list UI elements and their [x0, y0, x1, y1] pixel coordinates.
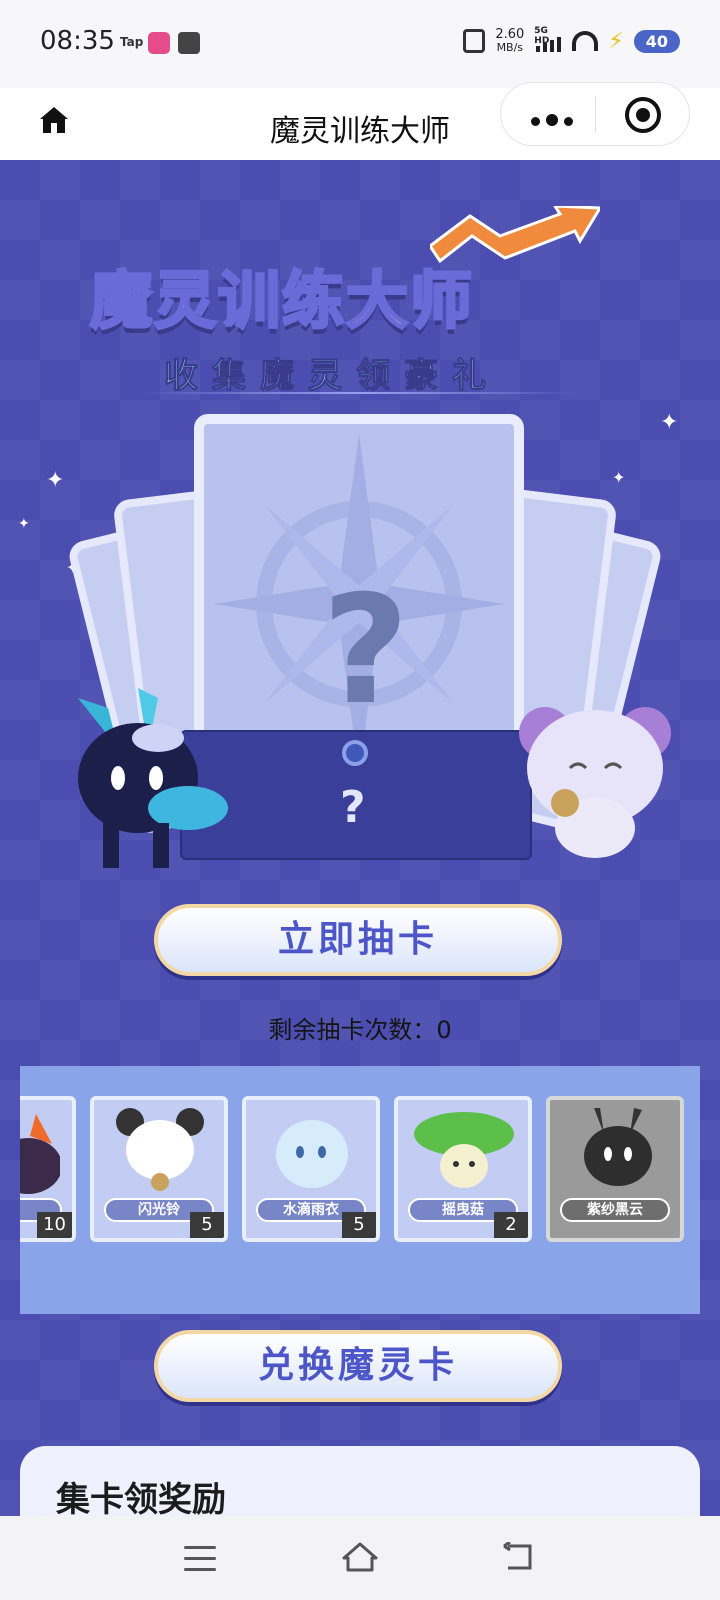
bell-sheep-monster-icon — [519, 707, 671, 858]
banner-title: 魔灵训练大师 — [88, 250, 475, 340]
draw-card-button[interactable]: 立即抽卡 — [154, 904, 562, 976]
vibrate-icon — [463, 29, 486, 53]
app-notification-icon — [148, 32, 170, 54]
system-navigation-bar — [0, 1516, 720, 1600]
card-count-badge: 5 — [190, 1212, 224, 1238]
locked-card[interactable]: 紫纱黑云 — [546, 1096, 684, 1242]
battery-indicator: 40 — [633, 29, 680, 53]
collected-card[interactable]: 摇曳菇 2 — [394, 1096, 532, 1242]
card-count-badge: 5 — [342, 1212, 376, 1238]
reward-panel: 集卡领奖励 — [20, 1446, 700, 1516]
card-collection[interactable]: 鸡 10 闪光铃 5 水滴雨衣 5 摇曳菇 2 — [20, 1066, 700, 1314]
network-speed-value: 2.60 — [495, 27, 525, 42]
reward-section-title: 集卡领奖励 — [56, 1480, 226, 1516]
sparkle-icon: ✦ — [660, 410, 679, 435]
collected-card[interactable]: 闪光铃 5 — [90, 1096, 228, 1242]
card-count-badge: 2 — [494, 1212, 528, 1238]
network-speed: 2.60 MB/s — [495, 28, 524, 54]
fire-bird-icon — [20, 1114, 60, 1194]
banner-divider — [140, 392, 580, 394]
card-name: 紫纱黑云 — [560, 1198, 670, 1222]
exchange-card-button-label: 兑换魔灵卡 — [257, 1345, 458, 1386]
water-drop-icon — [276, 1120, 348, 1188]
card-count-badge: 10 — [37, 1212, 72, 1238]
mini-program-title-bar: 魔灵训练大师 — [0, 82, 720, 160]
square-notification-icon — [178, 32, 200, 54]
menu-icon[interactable] — [184, 1546, 216, 1571]
capsule-divider — [595, 97, 596, 133]
banner-subtitle: 收集魔灵领豪礼 — [164, 356, 500, 397]
back-nav-icon[interactable] — [502, 1542, 536, 1572]
question-mark-icon: ? — [340, 782, 366, 833]
status-bar: 08:35 Tap 2.60 MB/s 5G HD ⚡ 40 — [0, 0, 720, 88]
event-banner-logo: 魔灵训练大师 收集魔灵领豪礼 — [80, 200, 640, 400]
home-nav-icon[interactable] — [340, 1540, 380, 1574]
banner-title-part2: 训练大师 — [217, 263, 475, 339]
more-options-icon[interactable] — [531, 111, 579, 130]
signal-icon: 5G HD — [534, 26, 562, 52]
charging-icon: ⚡ — [608, 28, 624, 54]
collected-card[interactable]: 鸡 10 — [20, 1096, 76, 1242]
exchange-card-button[interactable]: 兑换魔灵卡 — [154, 1330, 562, 1402]
status-indicators: 2.60 MB/s 5G HD ⚡ 40 — [463, 26, 680, 54]
status-time: 08:35 — [40, 26, 115, 56]
dark-cloud-icon — [584, 1108, 652, 1186]
main-content: 魔灵训练大师 收集魔灵领豪礼 ✦ ✦ ✦ ✦ ✦ ? ? — [0, 160, 720, 1516]
tap-app-icon: Tap — [120, 35, 144, 49]
collected-card[interactable]: 水滴雨衣 5 — [242, 1096, 380, 1242]
sparkle-icon: ✦ — [18, 516, 30, 532]
dark-deer-monster-icon — [78, 688, 228, 868]
network-speed-unit: MB/s — [496, 41, 524, 54]
bell-sheep-icon — [116, 1108, 204, 1191]
question-mark-icon: ? — [322, 564, 410, 738]
envelope-seal-icon — [342, 740, 368, 766]
draw-card-button-label: 立即抽卡 — [277, 919, 438, 960]
wifi-icon — [572, 31, 599, 51]
close-mini-program-icon[interactable] — [625, 97, 661, 133]
capsule-menu — [500, 82, 690, 146]
sparkle-icon: ✦ — [46, 468, 65, 493]
banner-title-part1: 魔灵 — [88, 263, 219, 339]
remaining-draws-text: 剩余抽卡次数：0 — [268, 1016, 452, 1044]
mushroom-icon — [414, 1112, 514, 1188]
